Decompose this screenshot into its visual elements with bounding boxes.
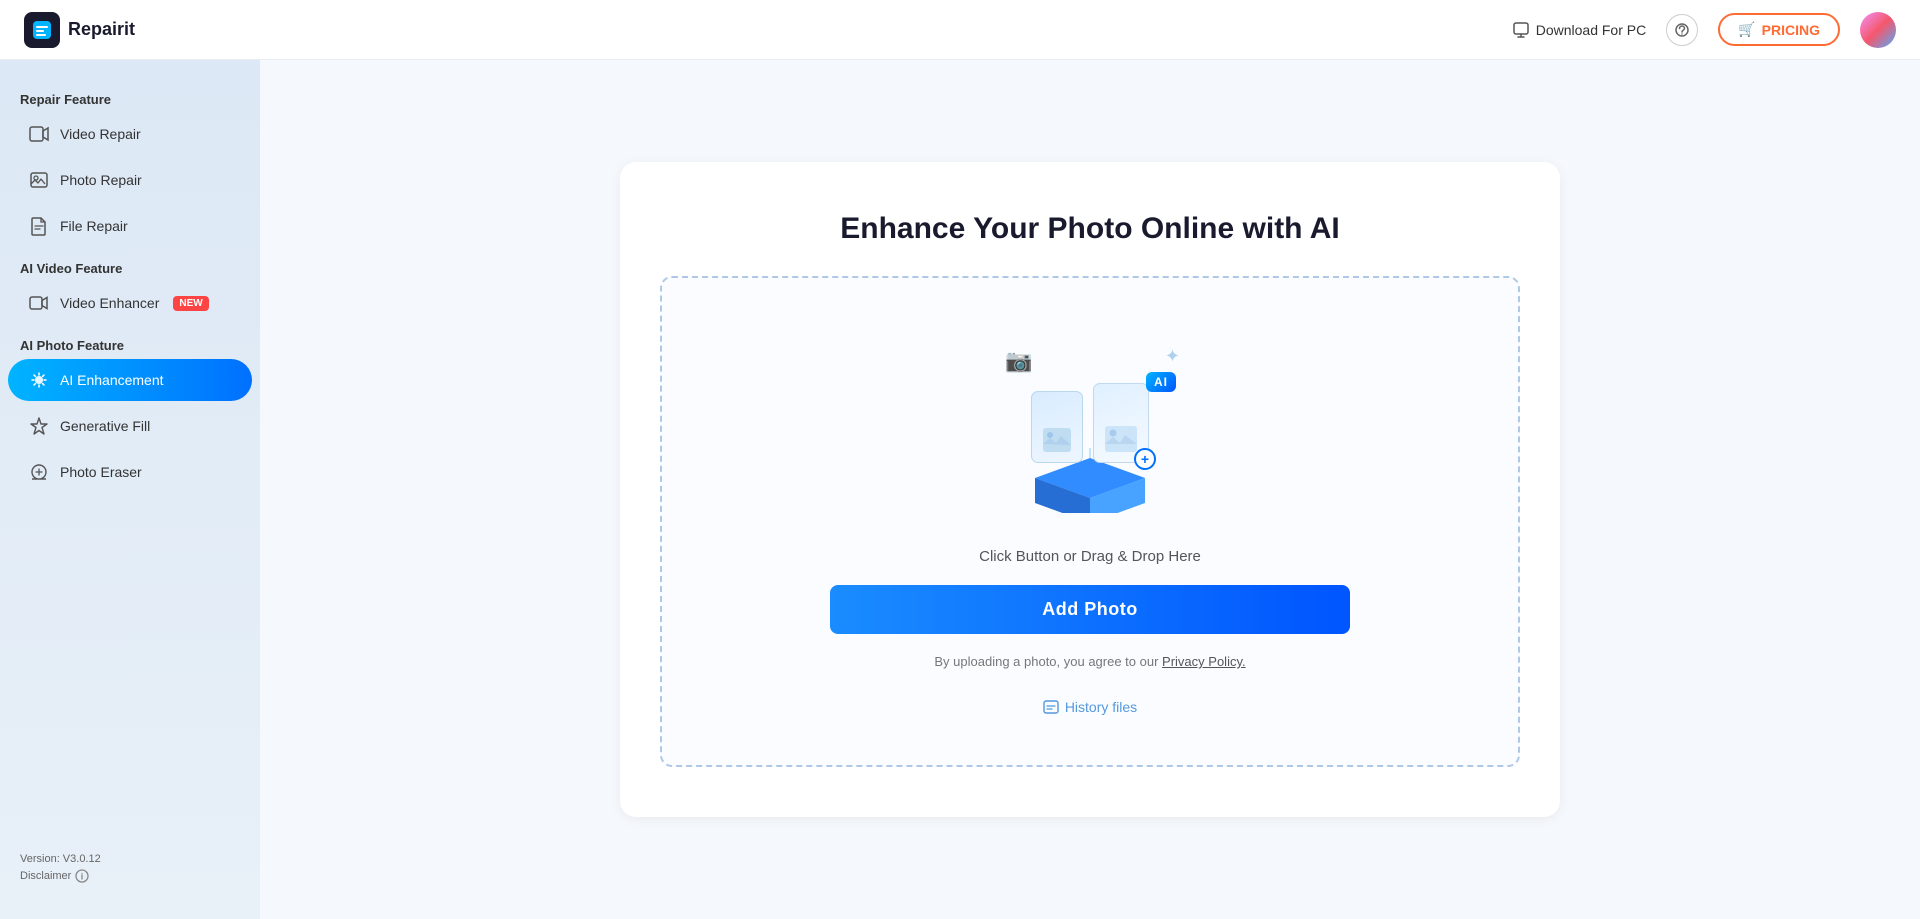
logo-icon bbox=[24, 12, 60, 48]
sidebar-item-video-repair[interactable]: Video Repair bbox=[8, 113, 252, 155]
download-button[interactable]: Download For PC bbox=[1512, 21, 1647, 39]
sidebar-section-ai-photo: AI Photo Feature bbox=[0, 330, 260, 357]
privacy-notice: By uploading a photo, you agree to our P… bbox=[934, 654, 1245, 669]
pricing-button[interactable]: 🛒 PRICING bbox=[1718, 13, 1840, 46]
photo-eraser-icon bbox=[28, 461, 50, 483]
sidebar-section-ai-video: AI Video Feature bbox=[0, 253, 260, 280]
layout: Repair Feature Video Repair Photo Repair bbox=[0, 60, 1920, 919]
sidebar-footer: Version: V3.0.12 Disclaimer bbox=[0, 837, 260, 899]
add-photo-button[interactable]: Add Photo bbox=[830, 585, 1350, 634]
sidebar-item-ai-enhancement[interactable]: AI Enhancement bbox=[8, 359, 252, 401]
header-right: Download For PC 🛒 PRICING bbox=[1512, 12, 1896, 48]
headset-icon bbox=[1674, 22, 1690, 38]
sidebar-item-video-enhancer[interactable]: Video Enhancer NEW bbox=[8, 282, 252, 324]
photo-repair-label: Photo Repair bbox=[60, 172, 142, 188]
sidebar-item-file-repair[interactable]: File Repair bbox=[8, 205, 252, 247]
info-icon bbox=[75, 869, 89, 883]
content-card: Enhance Your Photo Online with AI 📷 ✦ bbox=[620, 162, 1560, 817]
drop-zone[interactable]: 📷 ✦ bbox=[660, 276, 1520, 767]
ai-enhancement-label: AI Enhancement bbox=[60, 372, 164, 388]
sidebar-item-generative-fill[interactable]: Generative Fill bbox=[8, 405, 252, 447]
generative-fill-label: Generative Fill bbox=[60, 418, 150, 434]
sidebar-item-photo-repair[interactable]: Photo Repair bbox=[8, 159, 252, 201]
help-button[interactable] bbox=[1666, 14, 1698, 46]
plus-circle: + bbox=[1134, 448, 1156, 470]
history-files-link[interactable]: History files bbox=[1043, 699, 1137, 715]
disclaimer-link[interactable]: Disclaimer bbox=[20, 869, 240, 883]
page-title: Enhance Your Photo Online with AI bbox=[660, 212, 1520, 246]
photo-cards: + AI bbox=[1031, 383, 1149, 463]
ai-badge: AI bbox=[1146, 372, 1176, 392]
ai-enhancement-icon bbox=[28, 369, 50, 391]
drop-hint: Click Button or Drag & Drop Here bbox=[979, 548, 1201, 565]
video-enhancer-icon bbox=[28, 292, 50, 314]
upload-illustration: 📷 ✦ bbox=[990, 328, 1190, 518]
monitor-icon bbox=[1512, 21, 1530, 39]
logo[interactable]: Repairit bbox=[24, 12, 135, 48]
file-repair-label: File Repair bbox=[60, 218, 128, 234]
avatar[interactable] bbox=[1860, 12, 1896, 48]
video-enhancer-label: Video Enhancer bbox=[60, 295, 159, 311]
video-repair-label: Video Repair bbox=[60, 126, 141, 142]
header: Repairit Download For PC 🛒 PRICING bbox=[0, 0, 1920, 60]
camera-icon: 📷 bbox=[1005, 348, 1032, 374]
new-badge: NEW bbox=[173, 296, 208, 311]
sidebar-item-photo-eraser[interactable]: Photo Eraser bbox=[8, 451, 252, 493]
sparkle-icon: ✦ bbox=[1165, 346, 1180, 367]
photo-repair-icon bbox=[28, 169, 50, 191]
cart-icon: 🛒 bbox=[1738, 21, 1755, 38]
video-repair-icon bbox=[28, 123, 50, 145]
history-icon bbox=[1043, 699, 1059, 715]
privacy-policy-link[interactable]: Privacy Policy. bbox=[1162, 654, 1246, 669]
photo-eraser-label: Photo Eraser bbox=[60, 464, 142, 480]
file-repair-icon bbox=[28, 215, 50, 237]
main-content: Enhance Your Photo Online with AI 📷 ✦ bbox=[260, 60, 1920, 919]
generative-fill-icon bbox=[28, 415, 50, 437]
version-text: Version: V3.0.12 bbox=[20, 853, 240, 865]
sidebar: Repair Feature Video Repair Photo Repair bbox=[0, 60, 260, 919]
logo-text: Repairit bbox=[68, 19, 135, 40]
sidebar-section-repair: Repair Feature bbox=[0, 84, 260, 111]
